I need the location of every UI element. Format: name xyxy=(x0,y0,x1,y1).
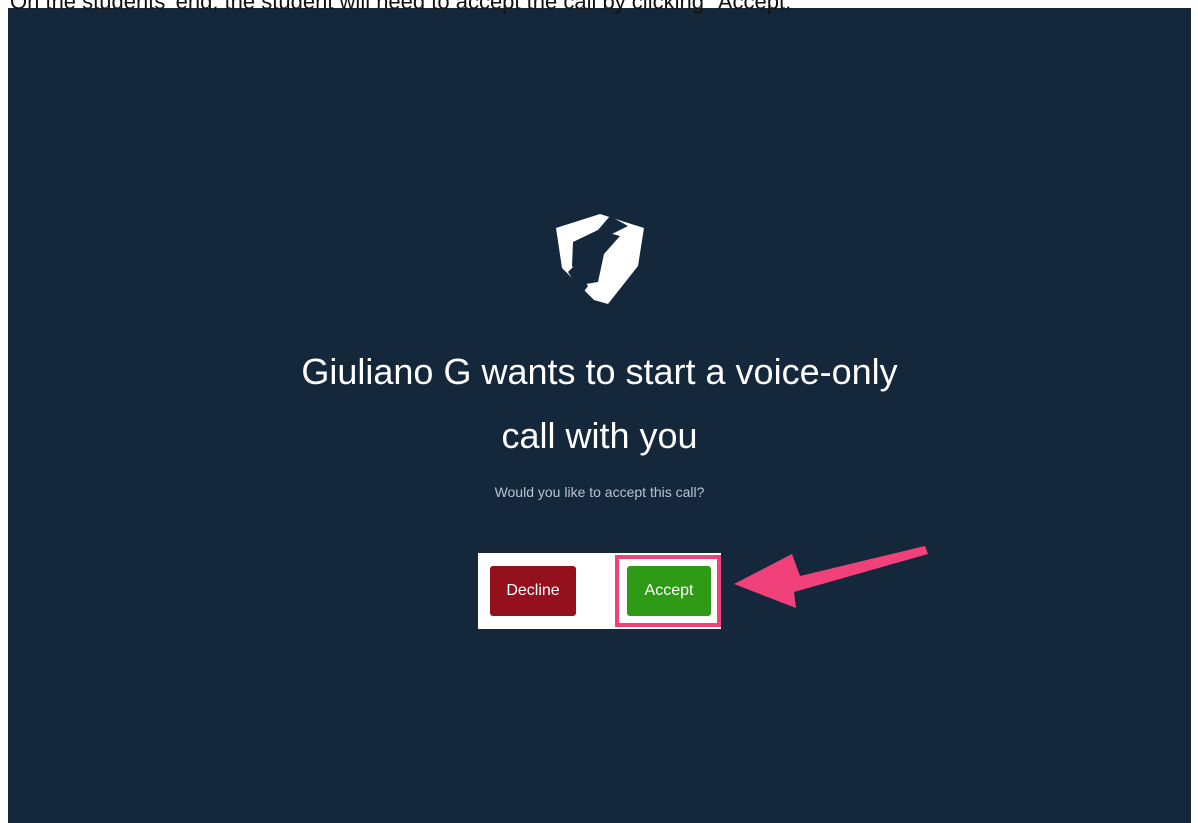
shield-logo-icon xyxy=(556,214,644,304)
accept-highlight-box: Accept xyxy=(615,555,721,627)
tutorial-caption: On the students' end, the student will n… xyxy=(10,0,800,14)
call-actions: Decline Accept xyxy=(478,553,721,629)
call-screen: Giuliano G wants to start a voice-only c… xyxy=(8,8,1191,823)
accept-button[interactable]: Accept xyxy=(627,566,711,616)
tutorial-page: Giuliano G wants to start a voice-only c… xyxy=(0,0,1198,823)
accept-question: Would you like to accept this call? xyxy=(494,484,705,500)
headline-line-2: call with you xyxy=(501,415,698,456)
headline-line-1: Giuliano G wants to start a voice-only xyxy=(301,351,898,392)
decline-button[interactable]: Decline xyxy=(490,566,576,616)
pointer-arrow-icon xyxy=(734,546,928,608)
call-request-headline: Giuliano G wants to start a voice-only c… xyxy=(8,340,1191,468)
